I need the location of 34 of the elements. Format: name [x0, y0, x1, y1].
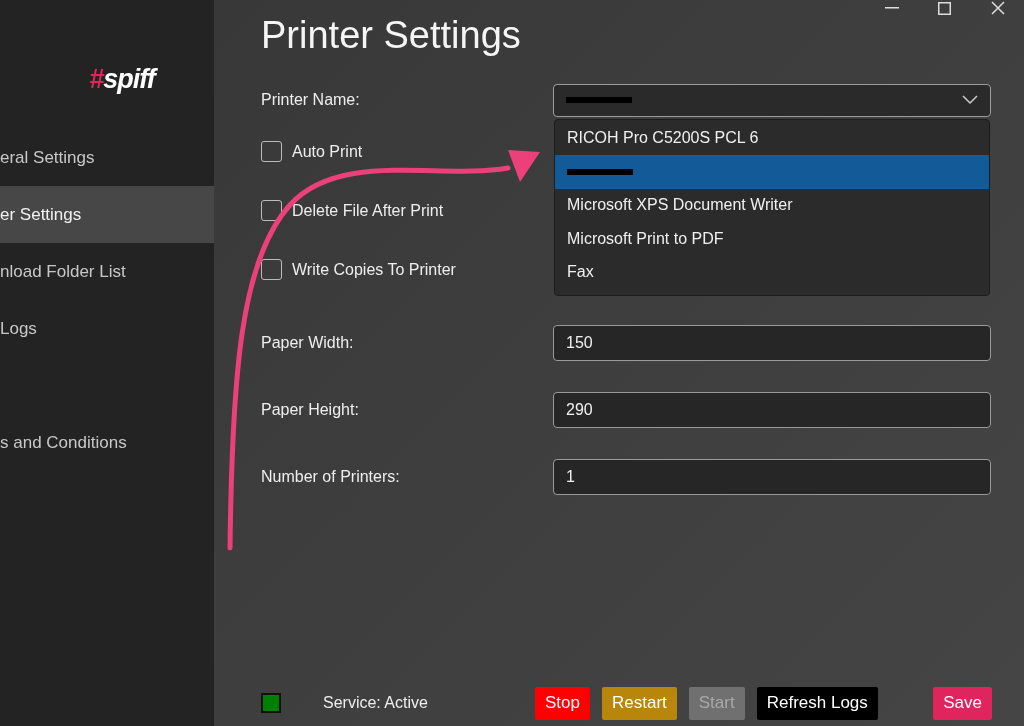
input-field[interactable]: 1 [553, 458, 991, 495]
close-icon [990, 1, 1005, 15]
redaction-bar [566, 97, 632, 103]
action-button[interactable]: Refresh Logs [756, 686, 878, 720]
sidebar-item[interactable]: eral Settings [0, 129, 214, 186]
redaction-bar [567, 168, 633, 175]
dropdown-option[interactable]: Microsoft Print to PDF [555, 222, 989, 256]
dropdown-option[interactable]: RICOH Pro C5200S PCL 6 [555, 121, 989, 155]
field-label: Printer Name: [261, 91, 361, 109]
checkbox-label: Write Copies To Printer [292, 260, 456, 279]
action-button[interactable]: Stop [535, 686, 590, 720]
page-title: Printer Settings [261, 14, 522, 58]
checkbox[interactable] [261, 259, 282, 280]
sidebar-item[interactable]: s and Conditions [0, 414, 214, 471]
maximize-icon [938, 1, 951, 15]
status-text: Service: Active [323, 694, 429, 712]
input-field[interactable]: 150 [553, 324, 991, 361]
field-label: Paper Width: [261, 333, 355, 352]
field-label: Paper Height: [261, 400, 360, 419]
checkbox-label: Auto Print [292, 142, 363, 161]
sidebar-item[interactable]: nload Folder List [0, 243, 214, 300]
sidebar-item[interactable]: er Settings [0, 186, 214, 243]
checkbox[interactable] [261, 141, 282, 162]
dropdown-option[interactable] [555, 155, 989, 189]
sidebar-item[interactable]: Logs [0, 300, 214, 357]
checkbox[interactable] [261, 200, 282, 221]
field-label: Number of Printers: [261, 467, 401, 486]
dropdown-option[interactable]: Microsoft XPS Document Writer [555, 188, 989, 222]
dropdown-option[interactable]: Fax [555, 255, 989, 289]
input-field[interactable]: 290 [553, 391, 991, 428]
checkbox-label: Delete File After Print [292, 201, 444, 220]
chevron-down-icon [962, 95, 978, 105]
save-button[interactable]: Save [933, 686, 992, 720]
minimize-icon [884, 7, 899, 9]
